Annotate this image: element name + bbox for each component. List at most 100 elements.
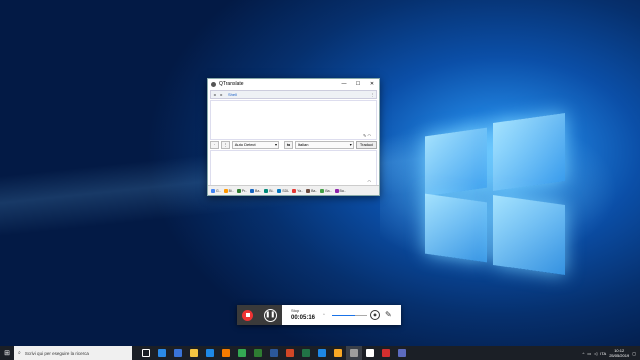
webcam-icon[interactable]: ◉ — [370, 310, 380, 320]
taskbar-app-app-photos[interactable] — [394, 346, 410, 360]
taskbar-app-app-dark[interactable] — [346, 346, 362, 360]
volume-slider[interactable] — [332, 315, 367, 316]
back-arrow-icon[interactable]: ◂ — [211, 92, 218, 97]
pause-icon[interactable]: ❚❚ — [263, 308, 277, 322]
qtranslate-window[interactable]: QTranslate — ☐ ✕ ◂ ▸ Shell ⋮ ✎ ◠ · ⋮ Aut… — [207, 78, 380, 196]
forward-arrow-icon[interactable]: ▸ — [218, 92, 225, 97]
service-icon — [277, 188, 282, 193]
options-dots-icon[interactable]: ⋮ — [220, 141, 230, 149]
task-view-icon — [142, 349, 150, 357]
logo-pane-top-right — [493, 112, 565, 192]
app-photos-icon — [398, 349, 406, 357]
title-bar[interactable]: QTranslate — ☐ ✕ — [208, 79, 379, 89]
service-item[interactable]: Bi.. — [223, 188, 235, 193]
taskbar-app-vlc[interactable] — [218, 346, 234, 360]
taskbar-app-chrome[interactable] — [234, 346, 250, 360]
service-item[interactable]: Ba.. — [249, 188, 262, 193]
taskbar-apps — [138, 346, 410, 360]
service-label: Ba.. — [325, 188, 332, 193]
taskbar-app-word[interactable] — [266, 346, 282, 360]
taskbar-app-edge[interactable] — [154, 346, 170, 360]
speaker-icon[interactable]: ◠ — [368, 179, 372, 184]
service-icon — [306, 188, 311, 193]
translate-button[interactable]: Traduci — [355, 141, 378, 149]
clock[interactable]: 10:12 25/05/2019 — [609, 348, 629, 358]
menu-dots-icon[interactable]: ⋮ — [369, 92, 376, 97]
tray-chevron-icon[interactable]: ^ — [583, 351, 585, 356]
service-item[interactable]: Ba.. — [305, 188, 318, 193]
maximize-icon[interactable]: ☐ — [351, 81, 365, 87]
taskbar-app-app-ball[interactable] — [330, 346, 346, 360]
speaker-icon[interactable]: ◠ — [368, 133, 372, 138]
service-item[interactable]: Ya.. — [291, 188, 304, 193]
service-icon — [250, 188, 254, 193]
service-icon — [264, 188, 269, 193]
translator-options-icon[interactable]: · — [210, 141, 219, 149]
system-tray: ^ ▭ ◁ ITA 10:12 25/05/2019 ▢ — [583, 346, 640, 360]
service-label: Bi.. — [269, 188, 275, 193]
app-ball-icon — [334, 349, 342, 357]
word-icon — [270, 349, 278, 357]
recorder-toolbar: ❚❚ Stop 00:05:16 ▫ ◉ ✎ — [237, 305, 401, 325]
notification-icon[interactable]: ▢ — [632, 351, 636, 356]
language-indicator[interactable]: ITA — [600, 351, 606, 356]
shell-link[interactable]: Shell — [228, 92, 369, 97]
search-box[interactable]: ⌕ Scrivi qui per eseguire la ricerca — [14, 346, 132, 360]
service-label: Pr.. — [241, 188, 247, 193]
taskbar-app-excel[interactable] — [298, 346, 314, 360]
powerpoint-icon — [286, 349, 294, 357]
search-icon: ⌕ — [18, 350, 21, 356]
translation-output-area[interactable]: ◠ — [210, 150, 377, 186]
pen-icon[interactable]: ✎ — [385, 310, 392, 319]
minimize-icon[interactable]: — — [337, 81, 351, 87]
settings-icon — [366, 349, 374, 357]
app-dark-icon — [350, 349, 358, 357]
clock-date: 25/05/2019 — [609, 353, 630, 358]
service-icon — [292, 188, 297, 193]
taskbar-app-powerpoint[interactable] — [282, 346, 298, 360]
service-item[interactable]: SDL — [276, 188, 290, 193]
taskbar-app-app-pdf[interactable] — [378, 346, 394, 360]
target-language-select[interactable]: Italian — [294, 141, 354, 149]
taskbar-app-explorer[interactable] — [186, 346, 202, 360]
service-label: Ba.. — [255, 188, 262, 193]
taskbar-app-mail[interactable] — [202, 346, 218, 360]
service-item[interactable]: Bi.. — [263, 188, 275, 193]
service-item[interactable]: G.. — [210, 188, 222, 193]
service-label: Bi.. — [228, 188, 234, 193]
service-label: Ba.. — [339, 188, 346, 193]
taskbar-app-app-green[interactable] — [250, 346, 266, 360]
app-pdf-icon — [382, 349, 390, 357]
volume-tray-icon[interactable]: ◁ — [594, 351, 597, 356]
start-button[interactable]: ⊞ — [0, 346, 14, 360]
windows-logo-wallpaper — [415, 110, 575, 280]
source-tools[interactable]: ✎ ◠ — [363, 133, 371, 138]
explorer-icon — [190, 349, 198, 357]
logo-pane-top-left — [425, 127, 487, 197]
source-text-area[interactable]: ✎ ◠ — [210, 100, 377, 140]
service-item[interactable]: Ba.. — [334, 188, 347, 193]
search-placeholder: Scrivi qui per eseguire la ricerca — [24, 350, 89, 356]
service-item[interactable]: Pr.. — [236, 188, 248, 193]
close-icon[interactable]: ✕ — [365, 81, 379, 87]
service-item[interactable]: Ba.. — [319, 188, 332, 193]
service-icon — [320, 188, 325, 193]
taskbar-app-app-blue[interactable] — [314, 346, 330, 360]
volume-icon: ▫ — [323, 312, 325, 318]
taskbar-app-settings[interactable] — [362, 346, 378, 360]
taskbar-app-store[interactable] — [170, 346, 186, 360]
app-green-icon — [254, 349, 262, 357]
vlc-icon — [222, 349, 230, 357]
source-language-select[interactable]: Auto Detect — [231, 141, 279, 149]
stop-icon[interactable] — [242, 309, 254, 321]
service-label: G.. — [216, 188, 221, 193]
app-blue-icon — [318, 349, 326, 357]
taskbar-app-task-view[interactable] — [138, 346, 154, 360]
swap-languages-icon[interactable]: ⇆ — [283, 141, 293, 149]
service-label: Ba.. — [311, 188, 318, 193]
network-icon[interactable]: ▭ — [587, 351, 591, 356]
volume-slider-fill — [332, 315, 355, 316]
logo-pane-bottom-left — [425, 193, 487, 263]
edit-icon[interactable]: ✎ — [363, 133, 366, 138]
service-icon — [211, 188, 215, 193]
